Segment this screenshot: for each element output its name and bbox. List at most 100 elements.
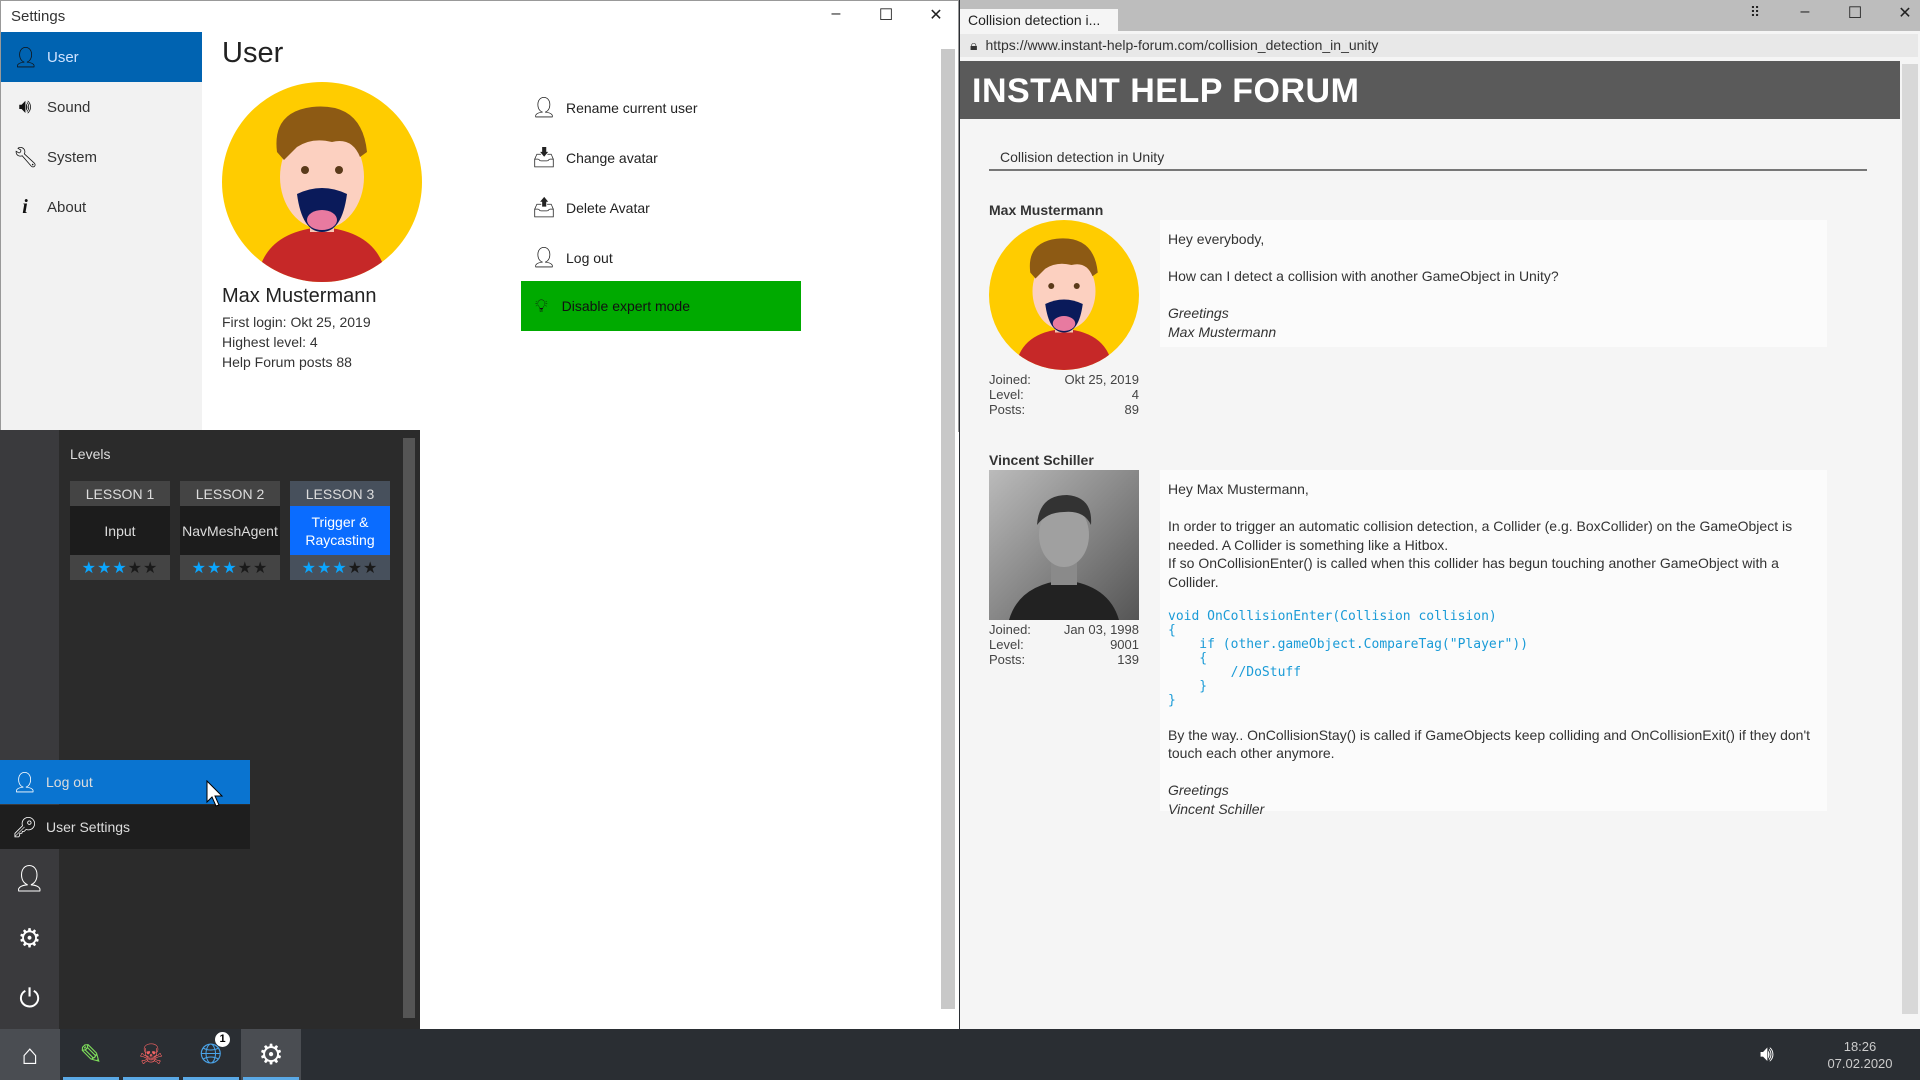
edit-app-button[interactable]: ✎: [61, 1029, 121, 1080]
rename-user-button[interactable]: 👤︎ Rename current user: [530, 95, 698, 120]
first-login: First login: Okt 25, 2019: [222, 314, 371, 330]
logout-icon: 👤︎: [12, 771, 38, 794]
menu-label: User Settings: [46, 819, 131, 835]
address-bar[interactable]: 🔒︎ https://www.instant-help-forum.com/col…: [960, 34, 1918, 57]
url: https://www.instant-help-forum.com/colli…: [985, 37, 1379, 53]
star-icon: ★: [143, 559, 159, 577]
user-name: Max Mustermann: [222, 285, 377, 307]
post-author[interactable]: Max Mustermann: [989, 202, 1103, 218]
power-icon[interactable]: ⏻: [0, 983, 59, 1015]
avatar-upload-icon: 📥︎: [531, 147, 557, 169]
forum-posts: Help Forum posts 88: [222, 354, 352, 370]
gear-icon[interactable]: ⚙︎: [0, 923, 59, 954]
level-value: 4: [1131, 387, 1139, 402]
clock[interactable]: 18:26 07.02.2020: [1820, 1038, 1900, 1072]
sidebar-item-label: User: [47, 48, 79, 66]
minimize-button[interactable]: –: [821, 5, 851, 23]
maximize-button[interactable]: ☐: [871, 5, 901, 25]
thread-title: Collision detection in Unity: [1000, 149, 1165, 165]
lesson-card[interactable]: LESSON 3 Trigger & Raycasting ★ ★ ★ ★ ★: [290, 481, 390, 580]
user-icon[interactable]: 👤︎: [0, 863, 59, 894]
change-avatar-button[interactable]: 📥︎ Change avatar: [530, 145, 658, 170]
settings-sidebar: 👤︎ User 🔊︎ Sound 🔧︎ System i About: [1, 32, 202, 432]
code-block: void OnCollisionEnter(Collision collisio…: [1168, 608, 1529, 708]
lesson-name: Trigger & Raycasting: [290, 506, 390, 555]
avatar[interactable]: [222, 82, 422, 282]
action-label: Delete Avatar: [566, 199, 650, 216]
volume-icon[interactable]: 🔊︎: [1760, 1041, 1774, 1067]
action-label: Rename current user: [566, 99, 698, 116]
lesson-header: LESSON 1: [70, 481, 170, 506]
gear-icon: ⚙︎: [258, 1039, 284, 1070]
sidebar-item-label: System: [47, 148, 98, 166]
menu-label: Log out: [46, 774, 93, 790]
wrench-icon: 🔧︎: [13, 146, 39, 169]
lesson-card[interactable]: LESSON 2 NavMeshAgent ★ ★ ★ ★ ★: [180, 481, 280, 580]
post-text: By the way.. OnCollisionStay() is called…: [1168, 726, 1811, 762]
star-icon: ★: [363, 559, 379, 577]
post-body: Hey everybody, How can I detect a collis…: [1160, 220, 1827, 347]
levels-scrollbar[interactable]: [403, 438, 415, 1018]
level-label: Level:: [989, 637, 1024, 652]
star-icon: ★: [206, 559, 223, 577]
taskbar: ⌂ ✎ ☠︎ 🌐︎ 1 ⚙︎ 🔊︎ 18:26 07.02.2020: [0, 1029, 1920, 1080]
browser-scrollbar[interactable]: [1902, 64, 1918, 1014]
joined-label: Joined:: [989, 372, 1031, 387]
star-icon: ★: [191, 559, 207, 577]
notification-badge: 1: [215, 1032, 230, 1047]
sidebar-item-system[interactable]: 🔧︎ System: [1, 132, 202, 182]
vertical-scrollbar[interactable]: [941, 49, 955, 1009]
time: 18:26: [1843, 1039, 1877, 1054]
key-icon: 🔑︎: [12, 816, 38, 839]
author-stats: Joined: Okt 25, 2019 Level: 4 Posts: 89: [989, 372, 1139, 417]
logout-button[interactable]: 👤︎ Log out: [530, 245, 613, 270]
settings-app-button[interactable]: ⚙︎: [241, 1029, 301, 1080]
speaker-icon: 🔊︎: [18, 95, 32, 118]
star-icon: ★: [96, 559, 113, 577]
lesson-name: Input: [70, 506, 170, 555]
minimize-button[interactable]: –: [1790, 3, 1820, 21]
disable-expert-mode-button[interactable]: 💡︎ Disable expert mode: [521, 281, 801, 331]
date: 07.02.2020: [1827, 1056, 1893, 1071]
home-icon: ⌂: [21, 1038, 39, 1070]
home-button[interactable]: ⌂: [0, 1029, 60, 1080]
signature: Vincent Schiller: [1168, 800, 1265, 817]
star-icon: ★: [301, 559, 317, 577]
sidebar-item-about[interactable]: i About: [1, 182, 202, 232]
highest-level: Highest level: 4: [222, 334, 318, 350]
page-title: User: [222, 37, 284, 69]
post-body: Hey Max Mustermann, In order to trigger …: [1160, 470, 1827, 817]
post-author[interactable]: Vincent Schiller: [989, 452, 1094, 468]
sidebar-item-label: About: [47, 198, 87, 216]
posts-value: 139: [1117, 652, 1139, 667]
window-title: Settings: [11, 8, 66, 25]
close-button[interactable]: ✕: [1890, 3, 1920, 23]
star-icon: ★: [316, 559, 333, 577]
menu-item-user-settings[interactable]: 🔑︎ User Settings: [0, 805, 250, 849]
posts-label: Posts:: [989, 402, 1026, 417]
browser-tab[interactable]: Collision detection i...: [960, 9, 1118, 31]
star-icon: ★: [112, 559, 128, 577]
star-rating: ★ ★ ★ ★ ★: [180, 555, 280, 580]
post-text: Hey Max Mustermann,: [1168, 481, 1309, 497]
tile-button[interactable]: ⠿: [1740, 4, 1770, 21]
star-icon: ★: [347, 559, 364, 577]
skull-app-button[interactable]: ☠︎: [121, 1029, 181, 1080]
divider: [989, 169, 1867, 171]
sidebar-item-sound[interactable]: 🔊︎ Sound: [1, 82, 202, 132]
action-label: Log out: [566, 249, 613, 266]
close-button[interactable]: ✕: [921, 5, 951, 25]
delete-avatar-button[interactable]: 📤︎ Delete Avatar: [530, 195, 650, 220]
maximize-button[interactable]: ☐: [1840, 3, 1870, 23]
lesson-name: NavMeshAgent: [180, 506, 280, 555]
user-icon: 👤︎: [531, 97, 557, 119]
author-avatar: [989, 220, 1139, 370]
signature: Greetings: [1168, 782, 1229, 798]
author-photo: [989, 470, 1139, 620]
lightbulb-icon: 💡︎: [535, 295, 548, 316]
info-icon: i: [22, 195, 28, 218]
lesson-card[interactable]: LESSON 1 Input ★ ★ ★ ★ ★: [70, 481, 170, 580]
levels-title: Levels: [70, 446, 111, 462]
sidebar-item-user[interactable]: 👤︎ User: [1, 32, 202, 82]
browser-app-button[interactable]: 🌐︎ 1: [181, 1029, 241, 1080]
